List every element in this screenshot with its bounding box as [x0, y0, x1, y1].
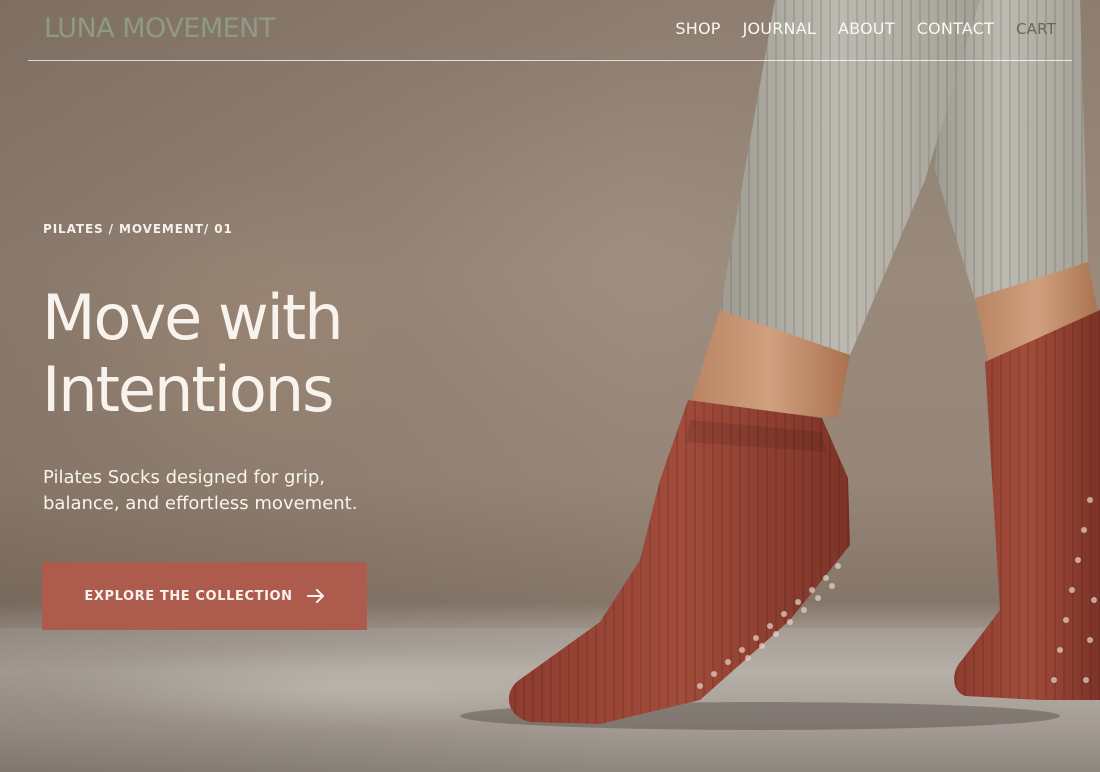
nav-link-journal[interactable]: JOURNAL: [743, 18, 816, 40]
nav-link-about[interactable]: ABOUT: [838, 18, 895, 40]
nav-menu: SHOP JOURNAL ABOUT CONTACT CART: [675, 18, 1056, 40]
nav-link-cart[interactable]: CART: [1016, 18, 1056, 40]
subtext-line-2: balance, and effortless movement.: [43, 493, 358, 514]
hero-subtext: Pilates Socks designed for grip, balance…: [43, 465, 383, 517]
nav-divider: [28, 60, 1072, 61]
nav-link-contact[interactable]: CONTACT: [917, 18, 994, 40]
subtext-line-1: Pilates Socks designed for grip,: [43, 467, 325, 488]
cta-label: EXPLORE THE COLLECTION: [84, 588, 293, 604]
hero-headline: Move with Intentions: [42, 282, 462, 426]
nav-link-shop[interactable]: SHOP: [675, 18, 720, 40]
headline-line-2: Intentions: [42, 353, 334, 426]
arrow-right-icon: [306, 589, 325, 603]
top-navigation: LUNA MOVEMENT SHOP JOURNAL ABOUT CONTACT…: [0, 0, 1100, 61]
hero-eyebrow: PILATES / MOVEMENT/ 01: [43, 222, 233, 236]
headline-line-1: Move with: [42, 281, 344, 354]
explore-collection-button[interactable]: EXPLORE THE COLLECTION: [42, 562, 367, 630]
brand-logo[interactable]: LUNA MOVEMENT: [44, 12, 275, 46]
